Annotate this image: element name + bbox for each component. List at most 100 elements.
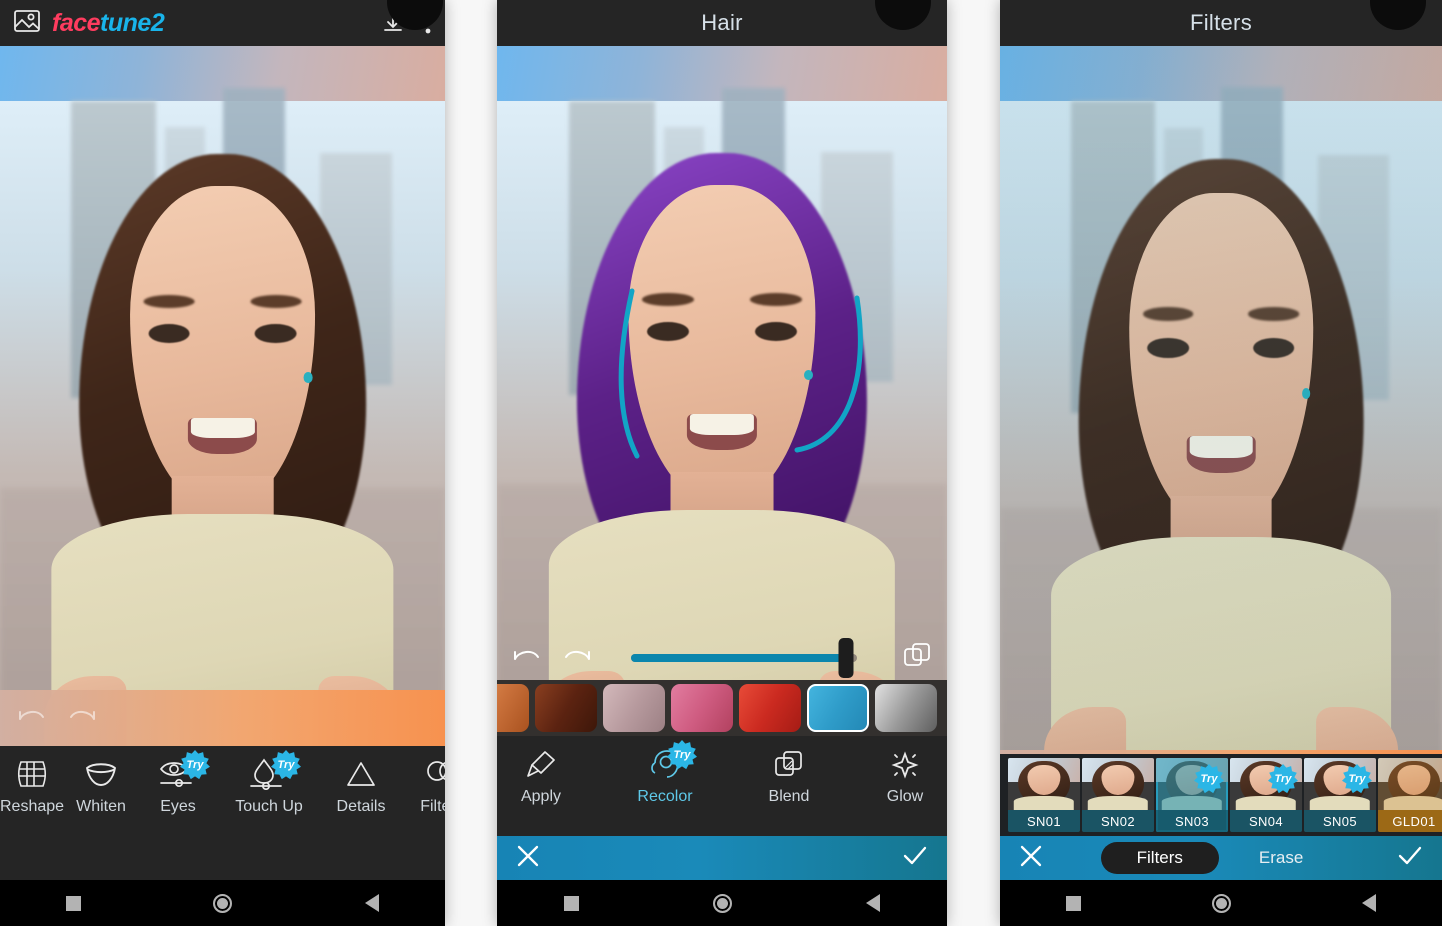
panel1-undo-band [0, 690, 445, 746]
droplet-slider-icon: Try [247, 750, 301, 792]
tool-label-reshape: Reshape [0, 798, 65, 815]
swatch-dark-brown[interactable] [535, 684, 597, 732]
photo-subject-filtered [1000, 105, 1442, 780]
triangle-icon [339, 756, 383, 792]
panel2-action-bar [497, 836, 947, 880]
tool-filters[interactable]: Filters [402, 746, 445, 816]
panel1-photo-canvas[interactable] [0, 46, 445, 746]
filter-label-sn02: SN02 [1082, 810, 1154, 832]
panel2-tool-row: Apply Try Recolor Blend Glow [497, 736, 947, 836]
tool-blend[interactable]: Blend [747, 736, 831, 806]
eye-slider-icon: Try [156, 750, 210, 792]
tool-apply[interactable]: Apply [499, 736, 583, 806]
tool-details[interactable]: Details [320, 746, 402, 816]
filter-label-sn01: SN01 [1008, 810, 1080, 832]
tool-reshape[interactable]: Reshape [0, 746, 64, 816]
filter-thumb-sn04[interactable]: Try SN04 [1230, 758, 1302, 832]
redo-icon[interactable] [563, 644, 593, 673]
hair-color-swatch-strip[interactable] [497, 680, 947, 736]
logo-text-tune: tune2 [100, 8, 165, 37]
tool-label-recolor: Recolor [637, 788, 693, 805]
tool-label-eyes: Eyes [160, 798, 196, 815]
filter-thumb-sn01[interactable]: SN01 [1008, 758, 1080, 832]
circle-home-icon[interactable] [713, 893, 732, 913]
circle-home-icon[interactable] [1211, 893, 1231, 913]
filter-thumb-sn02[interactable]: SN02 [1082, 758, 1154, 832]
filters-erase-segmented-control[interactable]: Filters Erase [1044, 842, 1396, 874]
tool-label-glow: Glow [886, 788, 924, 805]
swatch-red[interactable] [739, 684, 801, 732]
screenshot-stage: facetune2 Reshape Whiten Try Eyes Try To… [0, 0, 1442, 926]
panel3-android-navbar [1000, 880, 1442, 926]
tool-eyes[interactable]: Try Eyes [138, 746, 218, 816]
app-title: facetune2 [52, 8, 165, 38]
panel2-title: Hair [701, 10, 743, 35]
triangle-back-icon[interactable] [1362, 894, 1377, 912]
tool-recolor[interactable]: Try Recolor [617, 736, 713, 806]
face-recolor-icon: Try [643, 740, 697, 782]
slider-knob[interactable] [838, 638, 854, 678]
panel3-action-bar: Filters Erase [1000, 836, 1442, 880]
panel1-undo-redo-group [16, 704, 98, 733]
segment-erase[interactable]: Erase [1223, 842, 1339, 874]
phone-panel-hair: Hair Apply Try Recolor Blend Glow [497, 0, 947, 926]
close-x-icon[interactable] [515, 843, 541, 874]
tool-whiten[interactable]: Whiten [64, 746, 138, 816]
sparkle-icon [883, 746, 927, 782]
triangle-back-icon[interactable] [866, 894, 880, 912]
panel2-android-navbar [497, 880, 947, 926]
filter-label-sn04: SN04 [1230, 810, 1302, 832]
phone-panel-filters: Filters SN01 SN02 Try SN03 Try SN04 Try … [1000, 0, 1442, 926]
triangle-back-icon[interactable] [364, 894, 379, 912]
layers-blend-icon [767, 746, 811, 782]
undo-icon[interactable] [16, 704, 46, 733]
tool-glow[interactable]: Glow [865, 736, 945, 806]
filter-label-sn03: SN03 [1156, 810, 1228, 832]
phone-panel-home: facetune2 Reshape Whiten Try Eyes Try To… [0, 0, 445, 926]
swatch-pink[interactable] [671, 684, 733, 732]
filter-thumbnail-strip[interactable]: SN01 SN02 Try SN03 Try SN04 Try SN05 GLD… [1000, 754, 1442, 836]
hair-intensity-slider[interactable] [631, 638, 857, 678]
filter-thumb-sn03[interactable]: Try SN03 [1156, 758, 1228, 832]
redo-icon[interactable] [68, 704, 98, 733]
slider-fill [631, 654, 846, 662]
photo-subject [0, 102, 445, 746]
grid-mesh-icon [10, 756, 54, 792]
swatch-mauve[interactable] [603, 684, 665, 732]
panel1-android-navbar [0, 880, 445, 926]
tool-label-touch-up: Touch Up [235, 798, 303, 815]
tool-label-details: Details [336, 798, 386, 815]
checkmark-icon[interactable] [1396, 843, 1424, 874]
swatch-cyan[interactable] [807, 684, 869, 732]
filter-label-sn05: SN05 [1304, 810, 1376, 832]
filter-label-gld01: GLD01 [1378, 810, 1442, 832]
square-recents-icon[interactable] [1065, 895, 1081, 911]
swatch-silver-grey[interactable] [875, 684, 937, 732]
tool-label-apply: Apply [520, 788, 562, 805]
swatch-orange[interactable] [497, 684, 529, 732]
compare-layers-icon[interactable] [903, 641, 933, 676]
app-logo: facetune2 [14, 8, 165, 38]
image-icon[interactable] [14, 9, 40, 37]
square-recents-icon[interactable] [66, 895, 82, 911]
close-x-icon[interactable] [1018, 843, 1044, 874]
tool-touch-up[interactable]: Try Touch Up [218, 746, 320, 816]
panel3-photo-canvas[interactable] [1000, 46, 1442, 780]
panel2-undo-redo-group [511, 644, 593, 673]
checkmark-icon[interactable] [901, 843, 929, 874]
panel3-title: Filters [1190, 10, 1252, 35]
segment-filters[interactable]: Filters [1100, 842, 1219, 874]
circle-home-icon[interactable] [213, 893, 233, 913]
logo-text-face: face [52, 8, 101, 37]
brush-icon [519, 746, 563, 782]
panel2-slider-row [497, 636, 947, 680]
filter-thumb-gld01[interactable]: GLD01 [1378, 758, 1442, 832]
panel1-tool-row: Reshape Whiten Try Eyes Try Touch Up Det… [0, 746, 445, 880]
filter-thumb-sn05[interactable]: Try SN05 [1304, 758, 1376, 832]
filters-icon [420, 756, 445, 792]
tool-label-blend: Blend [768, 788, 810, 805]
smile-icon [79, 756, 123, 792]
panel1-topbar: facetune2 [0, 0, 445, 46]
undo-icon[interactable] [511, 644, 541, 673]
square-recents-icon[interactable] [564, 895, 579, 911]
